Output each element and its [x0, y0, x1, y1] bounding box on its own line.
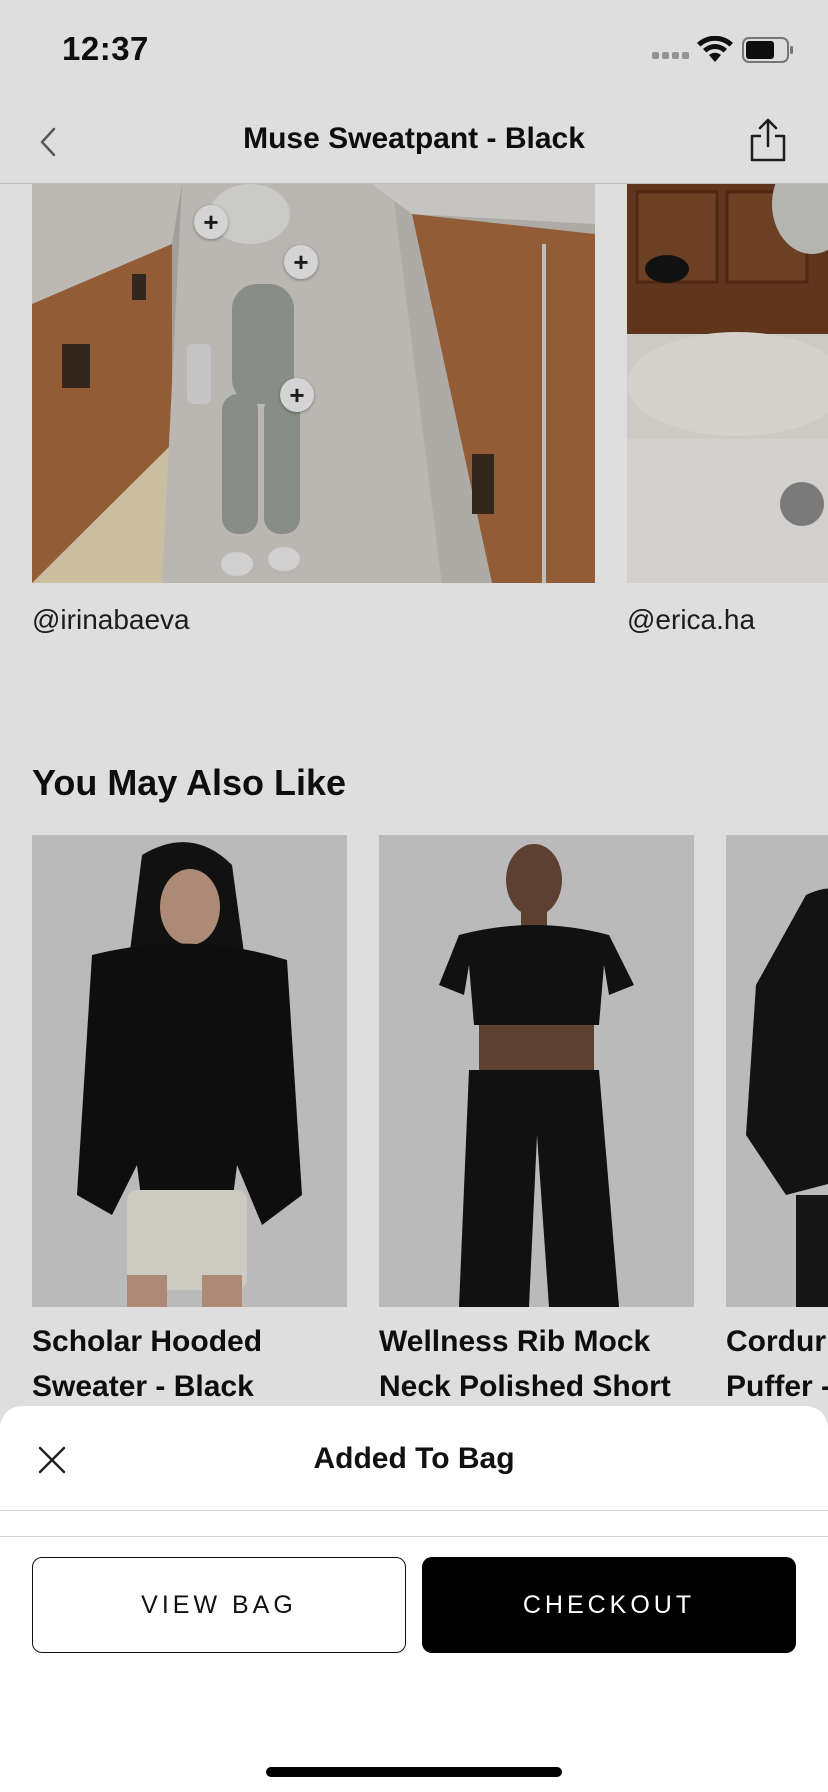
divider: [0, 1536, 828, 1537]
home-indicator: [266, 1767, 562, 1777]
checkout-button[interactable]: CHECKOUT: [422, 1557, 796, 1653]
divider: [0, 1510, 828, 1511]
view-bag-button[interactable]: VIEW BAG: [32, 1557, 406, 1653]
added-to-bag-sheet: Added To Bag VIEW BAG CHECKOUT: [0, 1406, 828, 1792]
sheet-title: Added To Bag: [313, 1442, 515, 1475]
